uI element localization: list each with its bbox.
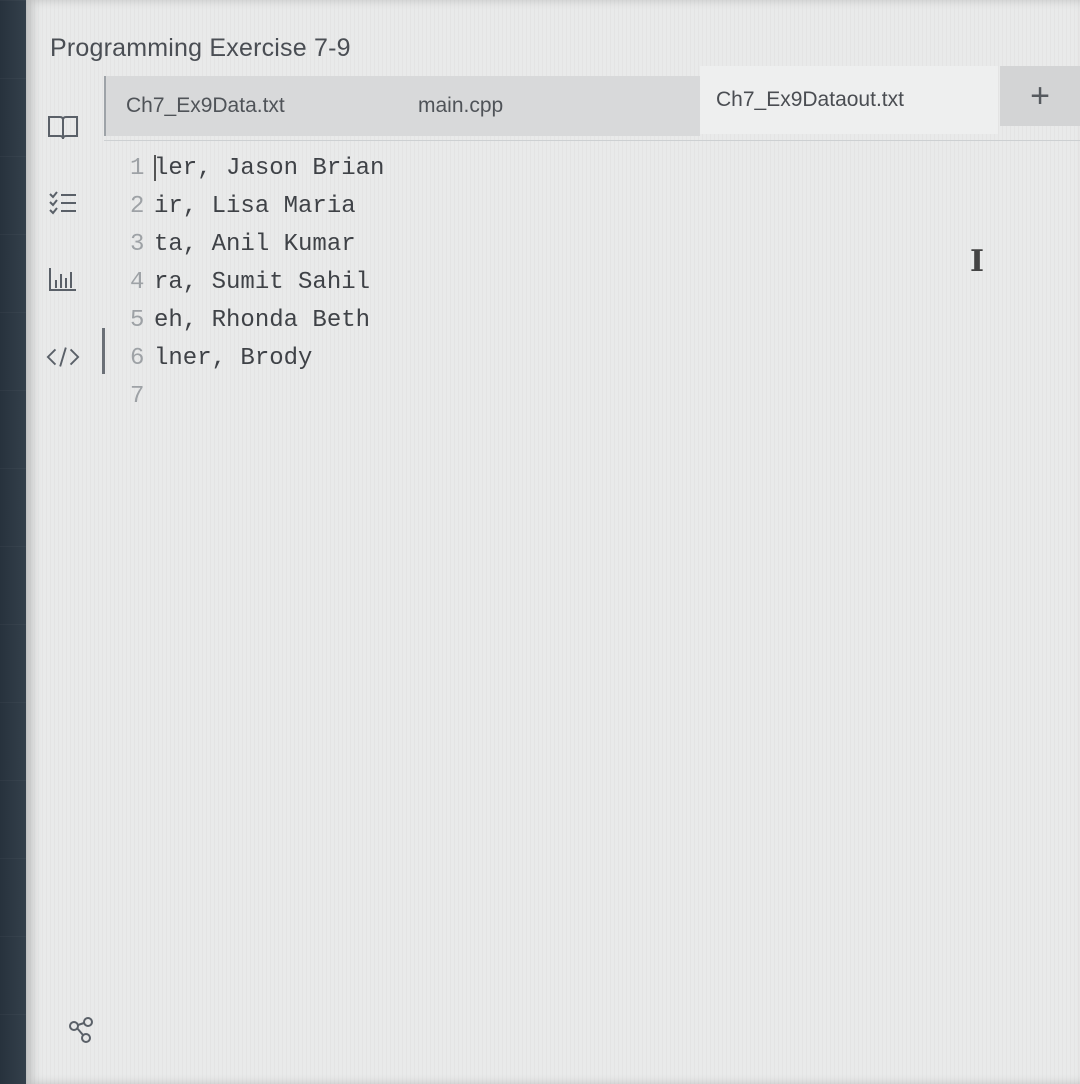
tab-ch7-ex9dataout[interactable]: Ch7_Ex9Dataout.txt [700,66,998,134]
editor-line[interactable]: 6 lner, Brody [130,340,312,376]
line-number: 5 [130,306,145,334]
icon-rail [26,90,104,1084]
line-number: 3 [130,230,145,258]
line-number: 7 [130,382,145,410]
lab-panel: Programming Exercise 7-9 Ch7_Ex9Data.txt… [26,0,1080,1084]
line-number: 1 [130,154,145,182]
code-icon[interactable] [46,340,80,374]
checklist-icon[interactable] [46,186,80,220]
monitor-bezel [0,0,26,1084]
editor-line[interactable]: 2 ir, Lisa Maria [130,188,356,224]
screen: Programming Exercise 7-9 Ch7_Ex9Data.txt… [0,0,1080,1084]
line-number: 2 [130,192,145,220]
editor-line[interactable]: 3 ta, Anil Kumar [130,226,356,262]
tab-label: Ch7_Ex9Data.txt [126,94,285,117]
file-tabbar: Ch7_Ex9Data.txt main.cpp Ch7_Ex9Dataout.… [104,66,1080,141]
line-text: lner, Brody [154,344,313,372]
line-text: ta, Anil Kumar [154,230,356,258]
tab-label: main.cpp [418,94,504,117]
editor-line[interactable]: 1 ler, Jason Brian [130,150,384,186]
plus-icon: + [1030,76,1050,115]
editor-line[interactable]: 5 eh, Rhonda Beth [130,302,370,338]
bar-chart-icon[interactable] [46,262,80,296]
code-editor[interactable]: 1 ler, Jason Brian 2 ir, Lisa Maria 3 ta, A… [130,150,1030,650]
text-cursor-icon: I [970,244,985,279]
tab-main-cpp[interactable]: main.cpp [404,76,700,136]
editor-line[interactable]: 7 [130,378,154,414]
editor-line[interactable]: 4 ra, Sumit Sahil [130,264,370,300]
active-rail-indicator [102,328,105,374]
share-icon[interactable] [66,1016,96,1046]
page-title: Programming Exercise 7-9 [50,34,351,62]
line-number: 6 [130,344,145,372]
tab-label: Ch7_Ex9Dataout.txt [716,88,904,111]
add-tab-button[interactable]: + [1000,66,1080,126]
book-icon[interactable] [46,110,80,144]
line-text: eh, Rhonda Beth [154,306,371,334]
line-text: ir, Lisa Maria [154,192,356,220]
tab-ch7-ex9data[interactable]: Ch7_Ex9Data.txt [104,76,404,136]
line-number: 4 [130,268,145,296]
line-text: ra, Sumit Sahil [154,268,371,296]
line-text: ler, Jason Brian [154,154,385,182]
